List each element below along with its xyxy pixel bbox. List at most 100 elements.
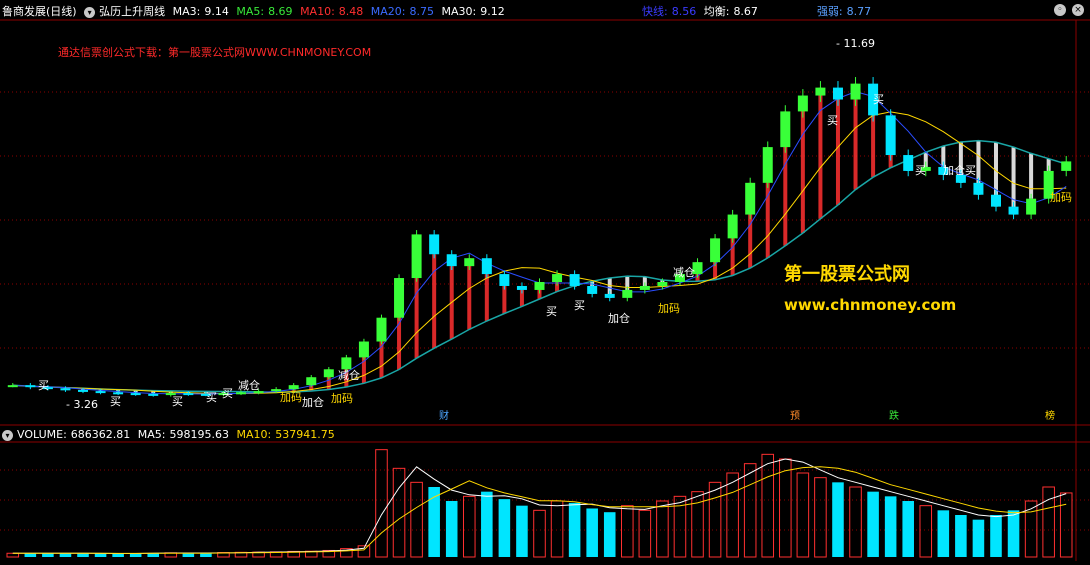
volume-bar	[112, 553, 124, 557]
volume-bar	[59, 553, 72, 557]
candle-body	[78, 389, 89, 392]
volume-bar	[656, 500, 669, 558]
candle-body	[1061, 161, 1072, 171]
signal-buy: 买	[574, 299, 585, 312]
signal-buy: 买	[915, 164, 926, 177]
signal-buy: 买	[546, 305, 557, 318]
volume-bar	[867, 491, 879, 557]
candle-body	[7, 385, 18, 388]
candlestick-chart[interactable]	[0, 0, 1090, 561]
event-marker-finance[interactable]: 财	[437, 410, 451, 424]
candle-body	[306, 377, 317, 386]
signal-add-buy: 加仓买	[943, 164, 976, 177]
low-price-annotation: - 3.26	[66, 398, 98, 411]
chart-stage[interactable]: 鲁商发展(日线) ▾ 弘历上升周线 MA3: 9.14 MA5: 8.69 MA10:…	[0, 0, 1090, 561]
volume-toggle-icon[interactable]: ▾	[2, 429, 13, 441]
candle-body	[850, 83, 861, 100]
candle-body	[1008, 206, 1019, 215]
volume-bar	[1024, 500, 1038, 558]
candle-body	[973, 182, 984, 195]
trend-bar	[818, 87, 823, 219]
signal-reduce: 减仓	[673, 266, 695, 279]
volume-bar	[568, 502, 581, 557]
signal-reduce: 减仓	[338, 369, 360, 382]
ma3-value: 9.14	[204, 5, 229, 18]
volume-bar	[937, 510, 950, 557]
candle-body	[516, 285, 527, 290]
candle-body	[903, 155, 914, 171]
ma5-value: 8.69	[268, 5, 293, 18]
indicator-name[interactable]: 弘历上升周线	[99, 5, 165, 18]
ma30-label: MA30:	[441, 5, 477, 18]
event-marker-list[interactable]: 榜	[1043, 410, 1057, 424]
candle-body	[885, 115, 896, 156]
candle-body	[710, 238, 721, 263]
signal-buy: 买	[38, 379, 49, 392]
volume-ma10-value: 537941.75	[275, 428, 335, 441]
candle-body	[323, 369, 334, 378]
volume-bar	[77, 553, 89, 557]
volume-ma5-label: MA5:	[137, 428, 166, 441]
volume-bar	[779, 458, 792, 558]
volume-bar	[743, 463, 757, 558]
signal-reduce: 减仓	[238, 379, 260, 392]
volume-bar	[814, 477, 827, 558]
strength-label: 强弱:	[816, 5, 843, 18]
close-icon[interactable]: ×	[1072, 4, 1084, 16]
candle-body	[639, 285, 650, 290]
candle-body	[25, 385, 36, 388]
candle-body	[411, 234, 422, 279]
candle-body	[815, 87, 826, 96]
event-marker-drop[interactable]: 跌	[887, 410, 901, 424]
signal-buy: 买	[222, 387, 233, 400]
volume-bar	[6, 552, 20, 558]
candle-body	[394, 278, 405, 318]
signal-add-position: 加仓	[302, 396, 324, 409]
trend-bar	[1029, 153, 1034, 199]
volume-label: VOLUME:	[17, 428, 67, 441]
volume-header: ▾ VOLUME: 686362.81 MA5: 598195.63 MA10: 537…	[2, 428, 339, 442]
ma10-value: 8.48	[338, 5, 364, 18]
candle-body	[376, 317, 387, 342]
volume-bar	[1059, 492, 1073, 558]
indicator-toggle-icon[interactable]: ▾	[84, 6, 96, 18]
gear-icon[interactable]: ◦	[1054, 4, 1066, 16]
trend-bar	[484, 274, 489, 321]
volume-bar	[498, 499, 511, 557]
candle-body	[727, 214, 738, 239]
candle-body	[1026, 198, 1037, 215]
signal-header: 快线: 8.56 均衡: 8.67 强弱: 8.77	[642, 5, 875, 19]
event-marker-forecast[interactable]: 预	[788, 410, 802, 424]
candle-body	[341, 357, 352, 370]
candle-body	[446, 254, 457, 267]
signal-add: 加码	[1050, 191, 1072, 204]
signal-add-position: 加仓	[608, 312, 630, 325]
volume-value: 686362.81	[70, 428, 131, 441]
candle-body	[464, 258, 475, 267]
candle-body	[762, 147, 773, 183]
main-header: 鲁商发展(日线) ▾ 弘历上升周线 MA3: 9.14 MA5: 8.69 MA10:…	[2, 5, 509, 19]
candle-body	[657, 282, 668, 286]
ad-link[interactable]: 通达信票创公式下载：第一股票公式网WWW.CHNMONEY.COM	[58, 44, 371, 60]
ma20-value: 8.75	[409, 5, 435, 18]
ma10-line	[12, 91, 1067, 395]
volume-bar	[200, 553, 212, 557]
stock-name[interactable]: 鲁商发展(日线)	[2, 5, 77, 18]
volume-bar	[990, 515, 1002, 557]
volume-bar	[638, 509, 652, 558]
signal-buy: 买	[873, 93, 884, 106]
signal-buy: 买	[110, 395, 121, 408]
candle-body	[183, 393, 194, 396]
candle-body	[569, 274, 580, 286]
volume-bar	[94, 553, 107, 557]
fast-line-label: 快线:	[642, 5, 668, 18]
candle-body	[622, 289, 633, 298]
signal-buy: 买	[206, 391, 217, 404]
volume-bar	[832, 482, 844, 557]
candle-body	[95, 391, 106, 394]
candle-body	[604, 293, 615, 298]
signal-add: 加码	[658, 302, 680, 315]
volume-bar	[392, 467, 406, 558]
candle-body	[990, 194, 1001, 207]
volume-bar	[481, 491, 493, 557]
